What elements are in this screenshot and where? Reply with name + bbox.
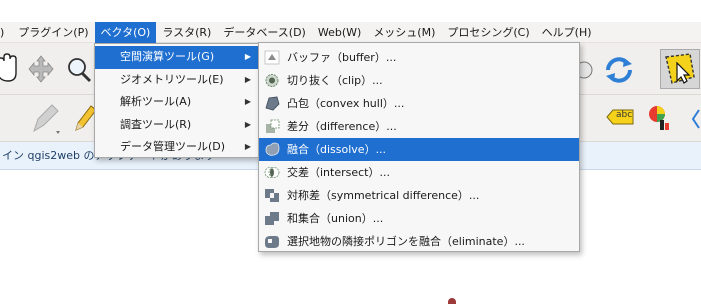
pan-to-selection-icon[interactable] (28, 55, 54, 83)
zoom-in-icon[interactable] (66, 55, 92, 83)
menu-item-help[interactable]: ヘルプ(H) (536, 22, 598, 43)
label-abc-text: abc (616, 110, 633, 120)
submenu-arrow-icon: ▶ (244, 52, 251, 61)
geoprocessing-tools-submenu: バッファ（buffer）... 切り抜く（clip）... 凸包（convex … (258, 42, 580, 252)
diagram-icon[interactable] (646, 103, 672, 133)
menu-bar: ) プラグイン(P) ベクタ(O) ラスタ(R) データベース(D) Web(W… (0, 21, 701, 43)
toolbar-edge-icon[interactable] (580, 57, 598, 83)
toolbar-edge-bracket-icon[interactable] (690, 109, 701, 129)
submenu-arrow-icon: ▶ (244, 142, 251, 151)
submenu-arrow-icon: ▶ (244, 97, 251, 106)
menu-item-label: 差分（difference）... (287, 120, 397, 133)
menu-item-label: 切り抜く（clip）... (287, 74, 383, 87)
symmetrical-difference-icon (265, 189, 279, 202)
pan-hand-icon[interactable] (0, 53, 20, 83)
menu-item-label: 交差（intersect）... (287, 166, 390, 179)
menu-item-processing[interactable]: プロセシング(C) (441, 22, 535, 43)
label-abc-badge[interactable]: abc (605, 107, 635, 127)
menu-item-analysis-tools[interactable]: 解析ツール(A) ▶ (95, 91, 259, 114)
menu-item-difference[interactable]: 差分（difference）... (259, 115, 579, 138)
toggle-editing-icon[interactable] (30, 103, 62, 135)
menu-item-label: バッファ（buffer）... (287, 51, 397, 64)
vector-menu: 空間演算ツール(G) ▶ ジオメトリツール(E) ▶ 解析ツール(A) ▶ 調査… (94, 43, 260, 158)
menu-item-label: ジオメトリツール(E) (120, 72, 224, 86)
buffer-icon (264, 50, 280, 65)
menu-item-mesh[interactable]: メッシュ(M) (367, 22, 441, 43)
eliminate-icon (265, 236, 279, 248)
select-features-icon[interactable] (660, 49, 700, 89)
menu-item-geoprocessing-tools[interactable]: 空間演算ツール(G) ▶ (95, 46, 259, 69)
submenu-arrow-icon: ▶ (244, 119, 251, 129)
menu-item-label: 和集合（union）... (287, 212, 384, 225)
clip-icon (265, 74, 279, 87)
dissolve-icon (265, 142, 280, 156)
menu-item-label: 空間演算ツール(G) (120, 50, 215, 63)
union-icon (265, 212, 279, 225)
menu-item-label: 解析ツール(A) (120, 95, 192, 108)
menu-item-convex-hull[interactable]: 凸包（convex hull）... (259, 92, 579, 115)
menu-item-label: 調査ツール(R) (120, 117, 192, 131)
map-feature-icon (448, 298, 456, 304)
menu-item-union[interactable]: 和集合（union）... (259, 207, 579, 230)
menu-item-raster[interactable]: ラスタ(R) (156, 22, 217, 43)
menu-item-intersect[interactable]: 交差（intersect）... (259, 161, 579, 184)
submenu-arrow-icon: ▶ (244, 74, 251, 84)
menu-item-clip[interactable]: 切り抜く（clip）... (259, 69, 579, 92)
menu-item-label: 対称差（symmetrical difference）... (287, 189, 480, 202)
refresh-icon[interactable] (602, 55, 636, 85)
menu-item-dissolve[interactable]: 融合（dissolve）... (259, 138, 579, 161)
convex-hull-icon (265, 96, 280, 111)
menu-item-truncated[interactable]: ) (0, 22, 12, 43)
menu-item-label: 融合（dissolve）... (287, 143, 387, 156)
menu-item-vector[interactable]: ベクタ(O) (94, 21, 157, 43)
menu-item-plugins[interactable]: プラグイン(P) (12, 22, 94, 43)
menu-item-symmetrical-difference[interactable]: 対称差（symmetrical difference）... (259, 184, 579, 207)
difference-icon (266, 119, 280, 133)
menu-item-geometry-tools[interactable]: ジオメトリツール(E) ▶ (95, 69, 259, 92)
menu-item-buffer[interactable]: バッファ（buffer）... (259, 46, 579, 69)
intersect-icon (264, 167, 280, 178)
menu-item-data-management-tools[interactable]: データ管理ツール(D) ▶ (95, 136, 259, 159)
menu-item-database[interactable]: データベース(D) (217, 22, 312, 43)
title-strip (0, 0, 701, 22)
menu-item-research-tools[interactable]: 調査ツール(R) ▶ (95, 114, 259, 137)
menu-item-label: データ管理ツール(D) (120, 140, 226, 153)
menu-item-eliminate[interactable]: 選択地物の隣接ポリゴンを融合（eliminate）... (259, 230, 579, 253)
menu-item-web[interactable]: Web(W) (312, 22, 367, 43)
menu-item-label: 凸包（convex hull）... (287, 97, 405, 110)
menu-item-label: 選択地物の隣接ポリゴンを融合（eliminate）... (287, 235, 525, 248)
